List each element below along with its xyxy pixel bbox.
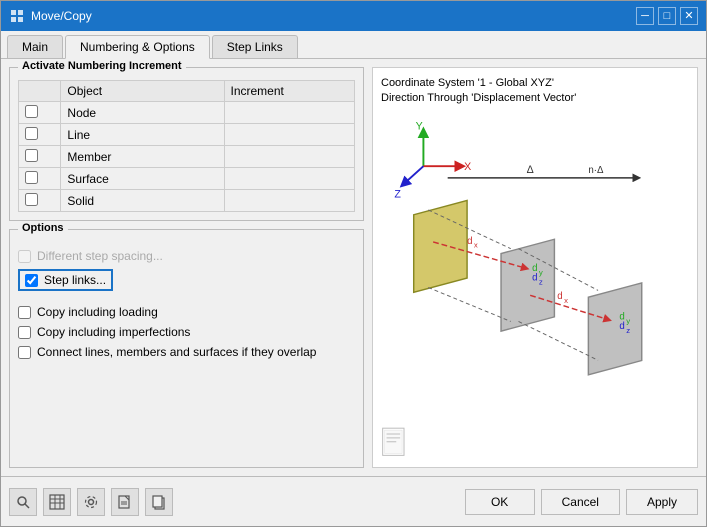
minimize-button[interactable]: ─ bbox=[636, 7, 654, 25]
cancel-button[interactable]: Cancel bbox=[541, 489, 620, 515]
solid-increment bbox=[224, 190, 355, 212]
table-row: Line bbox=[19, 124, 355, 146]
copy-imperfections-checkbox[interactable] bbox=[18, 326, 31, 339]
bottom-icons bbox=[9, 488, 173, 516]
surface-increment bbox=[224, 168, 355, 190]
maximize-button[interactable]: □ bbox=[658, 7, 676, 25]
bottom-bar: OK Cancel Apply bbox=[1, 476, 706, 526]
connect-lines-label: Connect lines, members and surfaces if t… bbox=[37, 345, 316, 359]
member-checkbox[interactable] bbox=[25, 149, 38, 162]
node-checkbox[interactable] bbox=[25, 105, 38, 118]
tab-numbering-options[interactable]: Numbering & Options bbox=[65, 35, 210, 59]
window-title: Move/Copy bbox=[31, 9, 92, 23]
numbering-group: Activate Numbering Increment Object Incr… bbox=[9, 67, 364, 221]
svg-text:z: z bbox=[626, 326, 630, 335]
member-label: Member bbox=[61, 146, 224, 168]
svg-text:Δ: Δ bbox=[527, 164, 534, 176]
apply-button[interactable]: Apply bbox=[626, 489, 698, 515]
member-increment bbox=[224, 146, 355, 168]
right-panel: Coordinate System '1 - Global XYZ' Direc… bbox=[372, 67, 698, 468]
table-icon[interactable] bbox=[43, 488, 71, 516]
svg-text:d: d bbox=[619, 321, 624, 332]
svg-text:d: d bbox=[532, 273, 537, 284]
coord-diagram: Coordinate System '1 - Global XYZ' Direc… bbox=[373, 68, 697, 467]
copy-loading-label: Copy including loading bbox=[37, 305, 158, 319]
solid-checkbox[interactable] bbox=[25, 193, 38, 206]
svg-text:Z: Z bbox=[394, 188, 401, 200]
copy-loading-row: Copy including loading bbox=[18, 302, 355, 322]
svg-text:y: y bbox=[626, 316, 630, 325]
coord-svg: Y X Z bbox=[373, 108, 697, 467]
col-checkbox bbox=[19, 81, 61, 102]
svg-text:n·Δ: n·Δ bbox=[588, 165, 604, 176]
copy-imperfections-label: Copy including imperfections bbox=[37, 325, 190, 339]
svg-text:d: d bbox=[557, 291, 562, 302]
title-bar: Move/Copy ─ □ ✕ bbox=[1, 1, 706, 31]
content-area: Activate Numbering Increment Object Incr… bbox=[1, 59, 706, 476]
svg-text:z: z bbox=[539, 278, 543, 287]
node-increment bbox=[224, 102, 355, 124]
table-row: Surface bbox=[19, 168, 355, 190]
table-row: Node bbox=[19, 102, 355, 124]
different-step-label: Different step spacing... bbox=[37, 249, 163, 263]
coord-title-line2: Direction Through 'Displacement Vector' bbox=[381, 92, 576, 104]
connect-lines-checkbox[interactable] bbox=[18, 346, 31, 359]
line-increment bbox=[224, 124, 355, 146]
copy-imperfections-row: Copy including imperfections bbox=[18, 322, 355, 342]
step-links-checkbox[interactable] bbox=[25, 274, 38, 287]
tab-step-links[interactable]: Step Links bbox=[212, 35, 298, 58]
solid-label: Solid bbox=[61, 190, 224, 212]
col-increment: Increment bbox=[224, 81, 355, 102]
left-panel: Activate Numbering Increment Object Incr… bbox=[9, 67, 364, 468]
col-object: Object bbox=[61, 81, 224, 102]
numbering-group-label: Activate Numbering Increment bbox=[18, 60, 186, 72]
table-row: Solid bbox=[19, 190, 355, 212]
svg-text:d: d bbox=[467, 236, 472, 247]
numbering-table: Object Increment Node Line bbox=[18, 80, 355, 212]
close-button[interactable]: ✕ bbox=[680, 7, 698, 25]
export-icon[interactable] bbox=[111, 488, 139, 516]
line-checkbox[interactable] bbox=[25, 127, 38, 140]
tabs-row: Main Numbering & Options Step Links bbox=[1, 31, 706, 59]
surface-checkbox[interactable] bbox=[25, 171, 38, 184]
step-links-highlighted-row: Step links... bbox=[18, 269, 113, 291]
svg-text:x: x bbox=[474, 241, 478, 250]
node-label: Node bbox=[61, 102, 224, 124]
svg-text:x: x bbox=[564, 296, 568, 305]
window-icon bbox=[9, 8, 25, 24]
different-step-row: Different step spacing... bbox=[18, 246, 355, 266]
svg-text:y: y bbox=[539, 268, 543, 277]
main-window: Move/Copy ─ □ ✕ Main Numbering & Options… bbox=[0, 0, 707, 527]
coord-title: Coordinate System '1 - Global XYZ' Direc… bbox=[381, 76, 576, 107]
table-row: Member bbox=[19, 146, 355, 168]
options-group: Options Different step spacing... Step l… bbox=[9, 229, 364, 468]
different-step-checkbox[interactable] bbox=[18, 250, 31, 263]
copy-icon[interactable] bbox=[145, 488, 173, 516]
search-icon[interactable] bbox=[9, 488, 37, 516]
coord-title-line1: Coordinate System '1 - Global XYZ' bbox=[381, 77, 554, 89]
ok-button[interactable]: OK bbox=[465, 489, 535, 515]
svg-text:X: X bbox=[464, 161, 471, 173]
options-group-label: Options bbox=[18, 222, 68, 234]
connect-lines-row: Connect lines, members and surfaces if t… bbox=[18, 342, 355, 362]
copy-loading-checkbox[interactable] bbox=[18, 306, 31, 319]
surface-label: Surface bbox=[61, 168, 224, 190]
step-links-label: Step links... bbox=[44, 273, 106, 287]
bottom-buttons: OK Cancel Apply bbox=[465, 489, 698, 515]
line-label: Line bbox=[61, 124, 224, 146]
tab-main[interactable]: Main bbox=[7, 35, 63, 58]
svg-text:Y: Y bbox=[416, 120, 423, 132]
settings-icon[interactable] bbox=[77, 488, 105, 516]
